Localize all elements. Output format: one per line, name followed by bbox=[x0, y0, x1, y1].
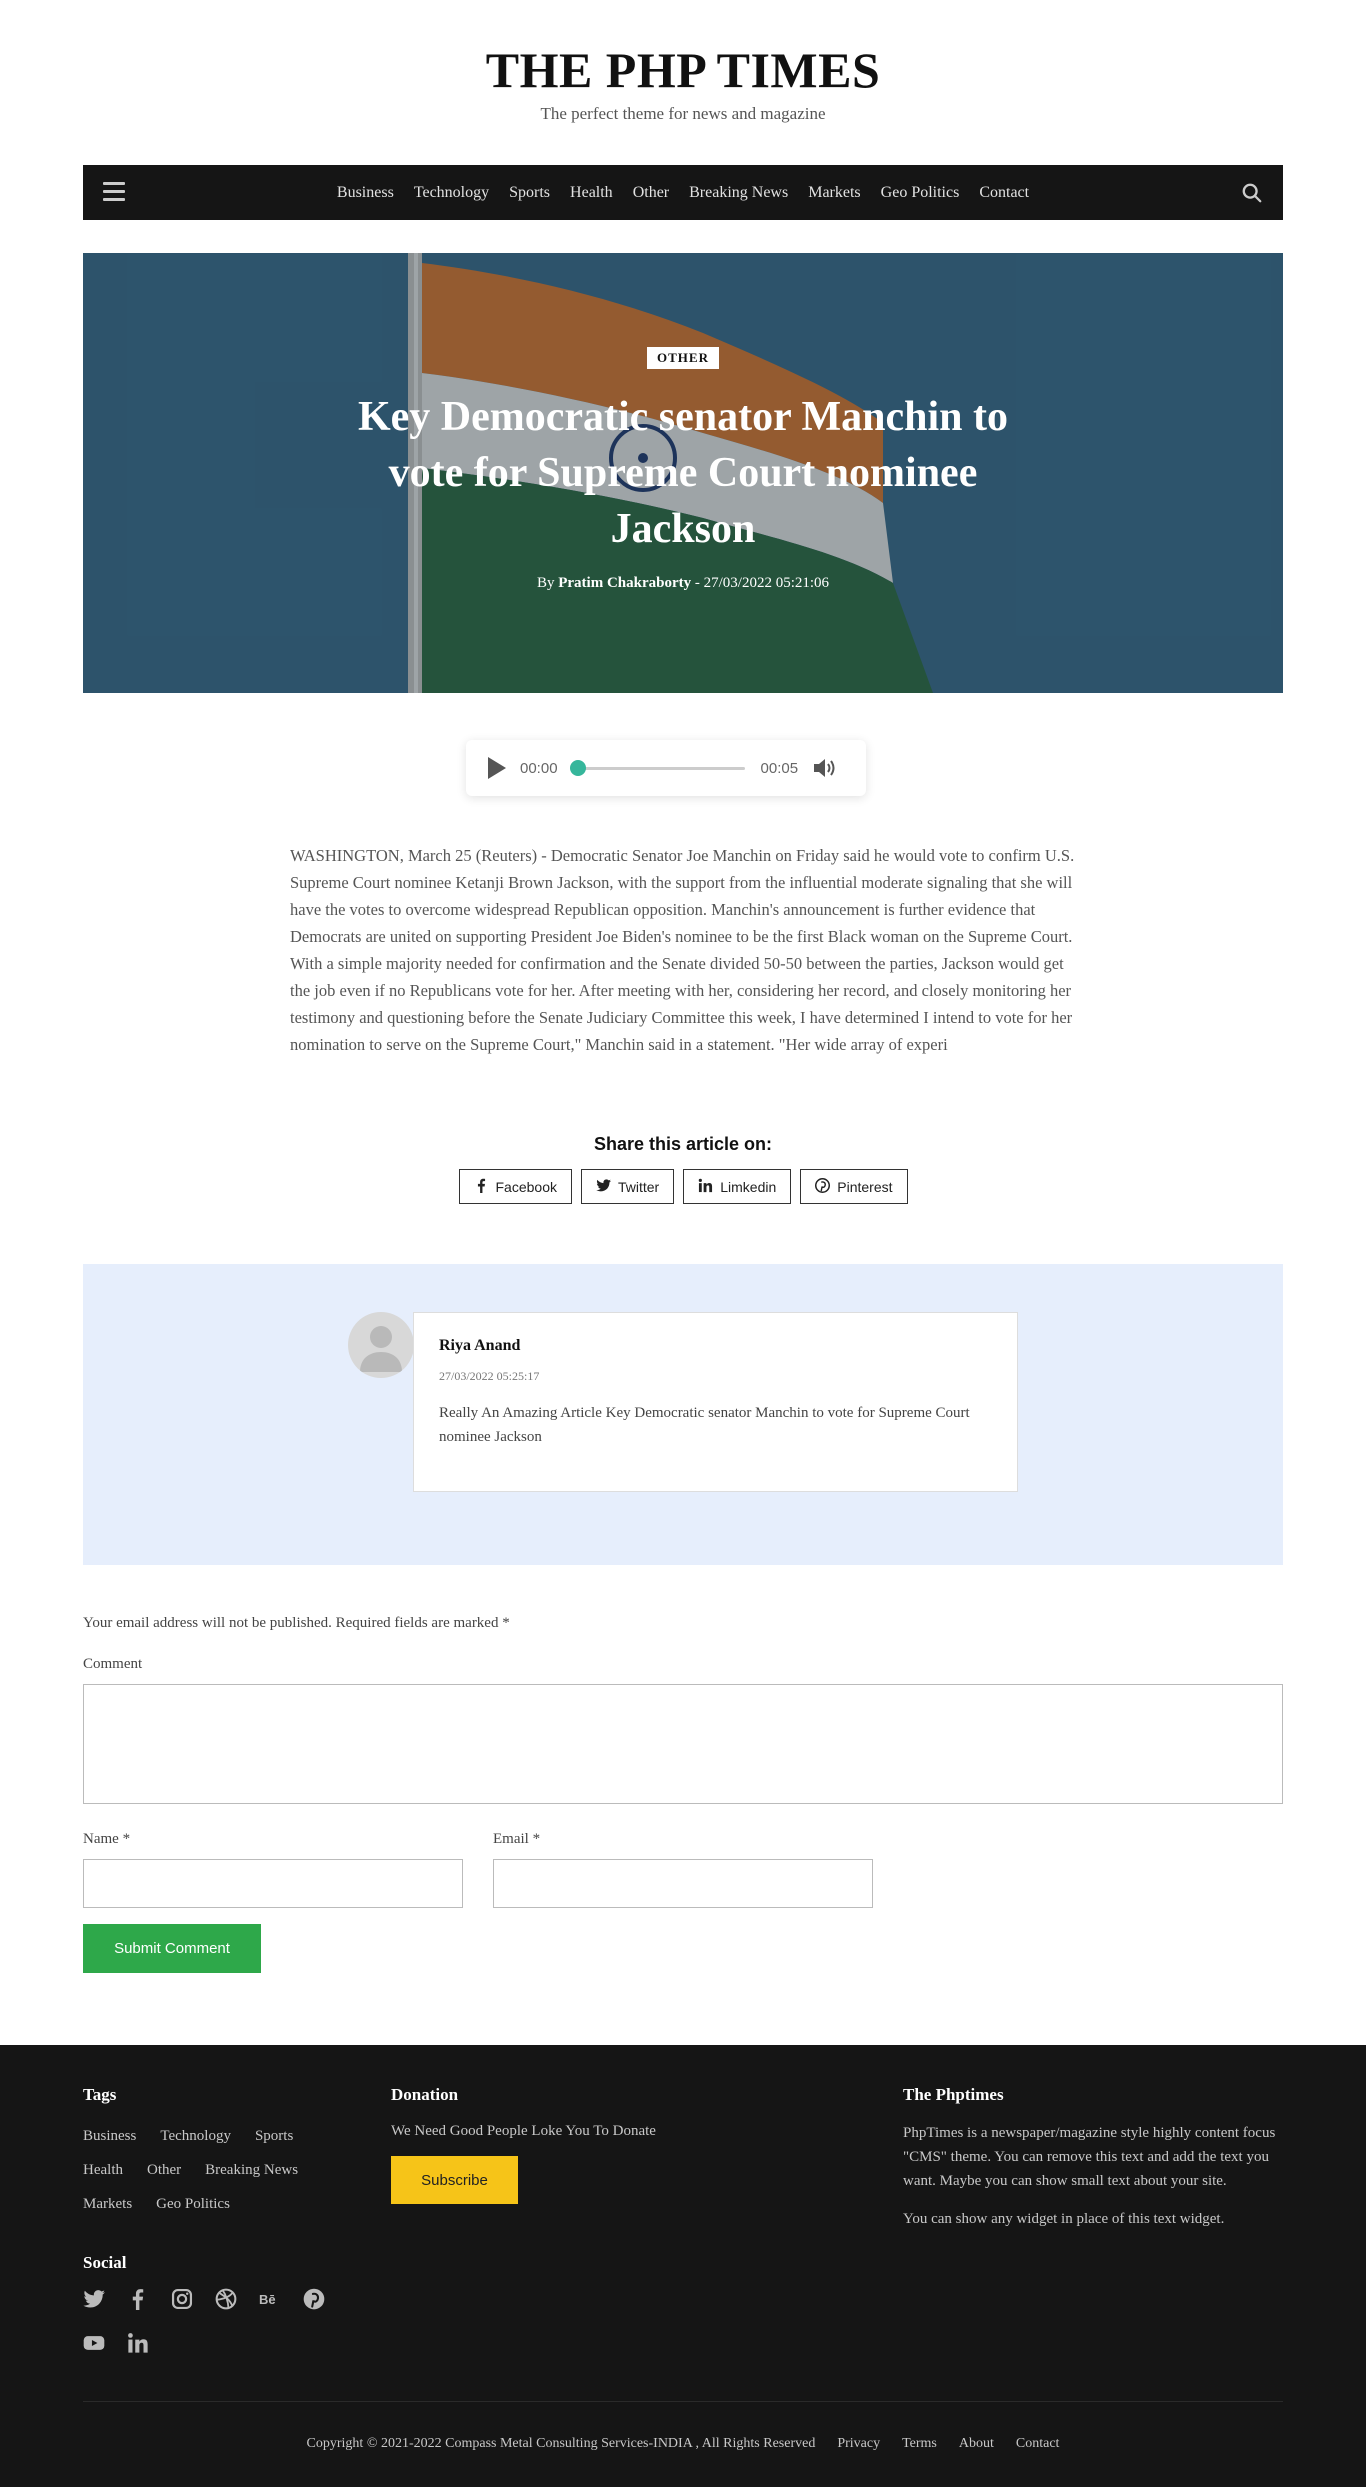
nav-item-breaking-news[interactable]: Breaking News bbox=[689, 184, 788, 202]
article-body: WASHINGTON, March 25 (Reuters) - Democra… bbox=[290, 846, 1075, 1054]
audio-player: 00:00 00:05 bbox=[466, 740, 866, 796]
about-title: The Phptimes bbox=[903, 2085, 1004, 2104]
comment-card: Riya Anand 27/03/2022 05:25:17 Really An… bbox=[413, 1312, 1018, 1492]
footer-bottom-bar: Copyright © 2021-2022 Compass Metal Cons… bbox=[0, 2436, 1366, 2452]
comment-author: Riya Anand bbox=[439, 1337, 521, 1354]
social-icons: Bē bbox=[83, 2288, 343, 2354]
twitter-icon[interactable] bbox=[83, 2288, 105, 2310]
footer-link-terms[interactable]: Terms bbox=[902, 2436, 937, 2452]
footer-tags: Tags Business Technology Sports Health O… bbox=[83, 2085, 353, 2221]
tag-other[interactable]: Other bbox=[147, 2153, 181, 2187]
tag-breaking-news[interactable]: Breaking News bbox=[205, 2153, 298, 2187]
email-label: Email * bbox=[493, 1831, 541, 1847]
twitter-icon bbox=[596, 1178, 611, 1196]
footer-donation: Donation We Need Good People Loke You To… bbox=[391, 2085, 721, 2204]
social-title: Social bbox=[83, 2253, 127, 2272]
subscribe-button[interactable]: Subscribe bbox=[391, 2156, 518, 2204]
by-label: By bbox=[536, 575, 555, 591]
share-title: Share this article on: bbox=[593, 1134, 773, 1154]
category-badge[interactable]: OTHER bbox=[647, 347, 719, 369]
main-navbar: Business Technology Sports Health Other … bbox=[83, 165, 1283, 220]
nav-item-markets[interactable]: Markets bbox=[808, 184, 860, 202]
tag-technology[interactable]: Technology bbox=[160, 2119, 231, 2153]
name-label: Name * bbox=[83, 1831, 131, 1847]
nav-item-geo-politics[interactable]: Geo Politics bbox=[881, 184, 960, 202]
facebook-icon bbox=[474, 1178, 489, 1196]
tag-markets[interactable]: Markets bbox=[83, 2187, 132, 2221]
comment-textarea[interactable] bbox=[83, 1684, 1283, 1804]
linkedin-icon bbox=[698, 1178, 713, 1196]
audio-seek-bar[interactable] bbox=[569, 759, 745, 776]
svg-text:Bē: Bē bbox=[259, 2292, 276, 2307]
facebook-icon[interactable] bbox=[127, 2288, 149, 2310]
share-buttons: Facebook Twitter Limkedin Pinterest bbox=[0, 1169, 1366, 1204]
share-twitter-label: Twitter bbox=[617, 1178, 660, 1195]
avatar bbox=[348, 1312, 414, 1378]
dribbble-icon[interactable] bbox=[215, 2288, 237, 2310]
author-link[interactable]: Pratim Chakraborty bbox=[558, 575, 691, 591]
share-facebook-button[interactable]: Facebook bbox=[458, 1169, 572, 1204]
footer-link-about[interactable]: About bbox=[959, 2436, 994, 2452]
donation-title: Donation bbox=[391, 2085, 459, 2104]
pinterest-icon bbox=[815, 1177, 831, 1196]
footer-about: The Phptimes PhpTimes is a newspaper/mag… bbox=[903, 2085, 1283, 2231]
share-section: Share this article on: Facebook Twitter … bbox=[0, 1134, 1366, 1204]
donation-text: We Need Good People Loke You To Donate bbox=[391, 2123, 656, 2139]
email-input[interactable] bbox=[493, 1859, 873, 1908]
tag-health[interactable]: Health bbox=[83, 2153, 123, 2187]
site-header: THE PHP TIMES The perfect theme for news… bbox=[0, 0, 1366, 165]
footer-link-contact[interactable]: Contact bbox=[1016, 2436, 1060, 2452]
name-input[interactable] bbox=[83, 1859, 463, 1908]
tag-geo-politics[interactable]: Geo Politics bbox=[156, 2187, 230, 2221]
comment-date: 27/03/2022 05:25:17 bbox=[439, 1369, 540, 1383]
share-pinterest-button[interactable]: Pinterest bbox=[800, 1169, 908, 1204]
comment-text: Really An Amazing Article Key Democratic… bbox=[439, 1405, 970, 1445]
youtube-icon[interactable] bbox=[83, 2332, 105, 2354]
hero-content: OTHER Key Democratic senator Manchin to … bbox=[83, 347, 1283, 592]
footer-divider bbox=[83, 2401, 1283, 2402]
audio-seek-knob[interactable] bbox=[569, 759, 586, 776]
site-title[interactable]: THE PHP TIMES bbox=[0, 40, 1366, 100]
article-title: Key Democratic senator Manchin to vote f… bbox=[357, 394, 1009, 552]
share-facebook-label: Facebook bbox=[495, 1178, 557, 1195]
share-pinterest-label: Pinterest bbox=[837, 1178, 893, 1195]
nav-item-business[interactable]: Business bbox=[337, 184, 394, 202]
form-note: Your email address will not be published… bbox=[83, 1615, 510, 1631]
site-tagline: The perfect theme for news and magazine bbox=[540, 104, 826, 123]
pinterest-icon[interactable] bbox=[303, 2288, 325, 2310]
about-text: PhpTimes is a newspaper/magazine style h… bbox=[903, 2125, 1276, 2189]
about-text-widget: You can show any widget in place of this… bbox=[903, 2211, 1225, 2227]
submit-comment-button[interactable]: Submit Comment bbox=[83, 1924, 261, 1973]
tags-title: Tags bbox=[83, 2085, 117, 2104]
site-footer: Tags Business Technology Sports Health O… bbox=[0, 2045, 1366, 2487]
article-meta: By Pratim Chakraborty - 27/03/2022 05:21… bbox=[83, 575, 1283, 592]
play-icon[interactable] bbox=[488, 757, 506, 779]
share-linkedin-button[interactable]: Limkedin bbox=[683, 1169, 792, 1204]
tag-sports[interactable]: Sports bbox=[255, 2119, 293, 2153]
nav-item-contact[interactable]: Contact bbox=[979, 184, 1029, 202]
share-linkedin-label: Limkedin bbox=[720, 1178, 777, 1195]
article-datetime: - 27/03/2022 05:21:06 bbox=[694, 575, 830, 591]
hero-banner: OTHER Key Democratic senator Manchin to … bbox=[83, 253, 1283, 693]
nav-item-sports[interactable]: Sports bbox=[509, 184, 550, 202]
nav-item-health[interactable]: Health bbox=[570, 184, 613, 202]
tag-business[interactable]: Business bbox=[83, 2119, 136, 2153]
behance-icon[interactable]: Bē bbox=[259, 2288, 281, 2310]
audio-duration: 00:05 bbox=[760, 759, 799, 777]
nav-item-other[interactable]: Other bbox=[633, 184, 669, 202]
instagram-icon[interactable] bbox=[171, 2288, 193, 2310]
audio-current-time: 00:00 bbox=[520, 759, 558, 777]
nav-links: Business Technology Sports Health Other … bbox=[83, 165, 1283, 220]
nav-item-technology[interactable]: Technology bbox=[414, 184, 489, 202]
linkedin-icon[interactable] bbox=[127, 2332, 149, 2354]
search-icon[interactable] bbox=[1241, 182, 1263, 204]
copyright-text: Copyright © 2021-2022 Compass Metal Cons… bbox=[306, 2436, 816, 2451]
share-twitter-button[interactable]: Twitter bbox=[580, 1169, 675, 1204]
footer-link-privacy[interactable]: Privacy bbox=[837, 2436, 880, 2452]
comments-section: Riya Anand 27/03/2022 05:25:17 Really An… bbox=[83, 1264, 1283, 1565]
tag-list: Business Technology Sports Health Other … bbox=[83, 2119, 353, 2221]
volume-icon[interactable] bbox=[812, 756, 838, 780]
comment-label: Comment bbox=[83, 1656, 143, 1672]
